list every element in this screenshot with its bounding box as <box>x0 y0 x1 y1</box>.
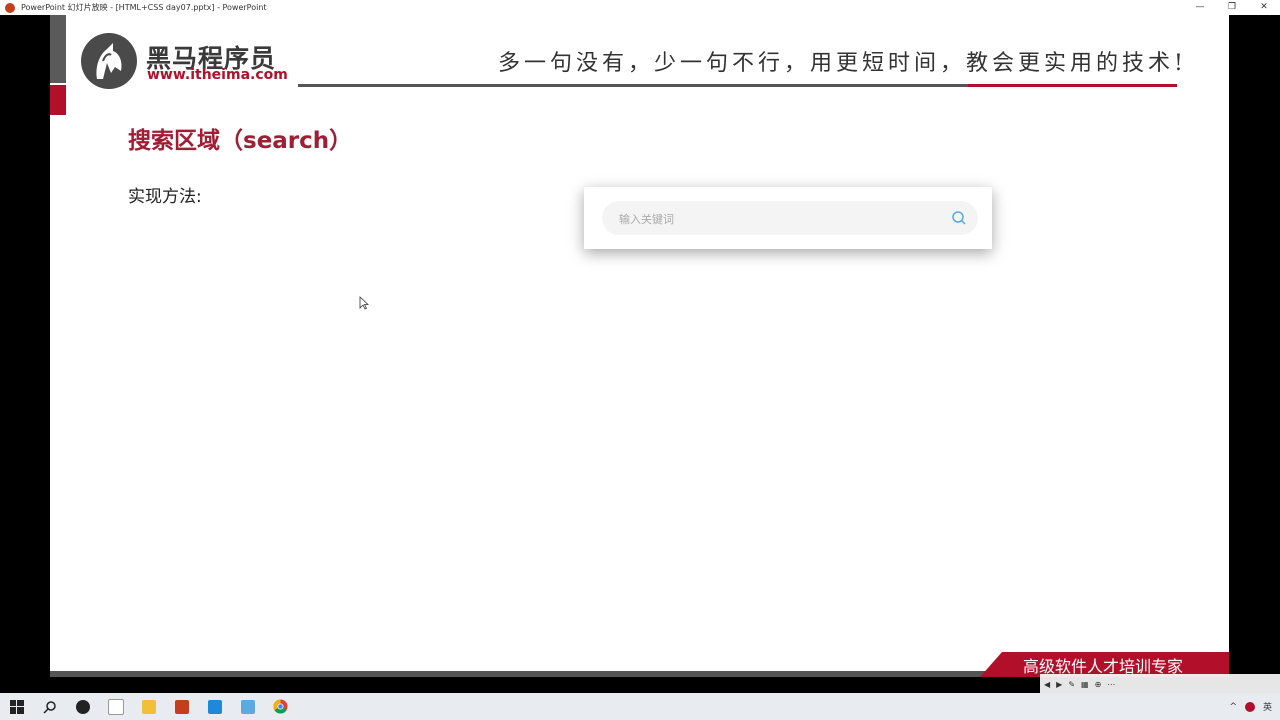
search-input[interactable] <box>617 201 941 237</box>
search-icon[interactable] <box>948 207 970 229</box>
slogan: 多一句没有，少一句不行，用更短时间，教会更实用的技术! <box>498 51 1187 76</box>
taskbar-chrome[interactable] <box>264 693 297 720</box>
toolbar-grid-icon[interactable]: ▦ <box>1081 680 1089 689</box>
file-explorer-icon <box>141 699 156 714</box>
taskbar-notepad[interactable] <box>231 693 264 720</box>
notepad-icon <box>240 699 255 714</box>
restore-button[interactable]: ❐ <box>1216 0 1248 15</box>
left-red-accent <box>50 85 66 115</box>
presenter-toolbar: ◀ ▶ ✎ ▦ ⊕ ⋯ <box>1040 674 1280 694</box>
taskbar: ^ 英 <box>0 693 1280 720</box>
system-tray: ^ 英 <box>1229 693 1272 720</box>
taskbar-vscode[interactable] <box>198 693 231 720</box>
search-icon <box>42 700 56 714</box>
slide: 黑马程序员 www.itheima.com 多一句没有，少一句不行，用更短时间，… <box>50 15 1229 677</box>
window-title: PowerPoint 幻灯片放映 - [HTML+CSS day07.pptx]… <box>21 3 267 12</box>
toolbar-pen-icon[interactable]: ✎ <box>1068 680 1075 689</box>
method-label: 实现方法: <box>128 187 202 207</box>
taskbar-app-1[interactable] <box>66 693 99 720</box>
window-title-bar: PowerPoint 幻灯片放映 - [HTML+CSS day07.pptx]… <box>0 0 1280 15</box>
minimize-button[interactable]: — <box>1184 0 1216 15</box>
tray-input-method[interactable]: 英 <box>1263 700 1272 713</box>
logo-horse-icon <box>81 33 137 89</box>
logo-url: www.itheima.com <box>147 67 288 83</box>
tray-app-icon[interactable] <box>1244 701 1255 712</box>
header-divider-grey <box>298 84 968 87</box>
toolbar-zoom-icon[interactable]: ⊕ <box>1095 680 1102 689</box>
taskbar-file-explorer[interactable] <box>132 693 165 720</box>
horse-head-icon <box>96 43 122 79</box>
toolbar-nav-icon[interactable]: ◀ <box>1044 680 1050 689</box>
header-divider-red <box>968 84 1177 87</box>
windows-start-icon <box>9 699 24 714</box>
window-controls: — ❐ ✕ <box>1184 0 1280 15</box>
powerpoint-app-icon <box>5 2 15 13</box>
search-preview-card <box>584 187 992 249</box>
vscode-icon <box>207 699 222 714</box>
taskbar-search-button[interactable] <box>33 693 66 720</box>
powerpoint-icon <box>174 699 189 714</box>
tray-expand[interactable]: ^ <box>1229 702 1237 712</box>
slide-heading: 搜索区域（search） <box>128 128 353 154</box>
left-grey-accent <box>50 15 66 83</box>
taskbar-typora[interactable] <box>99 693 132 720</box>
app-icon <box>75 699 90 714</box>
taskbar-powerpoint[interactable] <box>165 693 198 720</box>
toolbar-more-icon[interactable]: ⋯ <box>1107 680 1115 689</box>
toolbar-next-icon[interactable]: ▶ <box>1056 680 1062 689</box>
mouse-cursor-icon <box>359 296 369 310</box>
close-button[interactable]: ✕ <box>1248 0 1280 15</box>
search-box <box>602 201 978 237</box>
start-button[interactable] <box>0 693 33 720</box>
chrome-icon <box>273 699 288 714</box>
typora-icon <box>107 698 124 715</box>
